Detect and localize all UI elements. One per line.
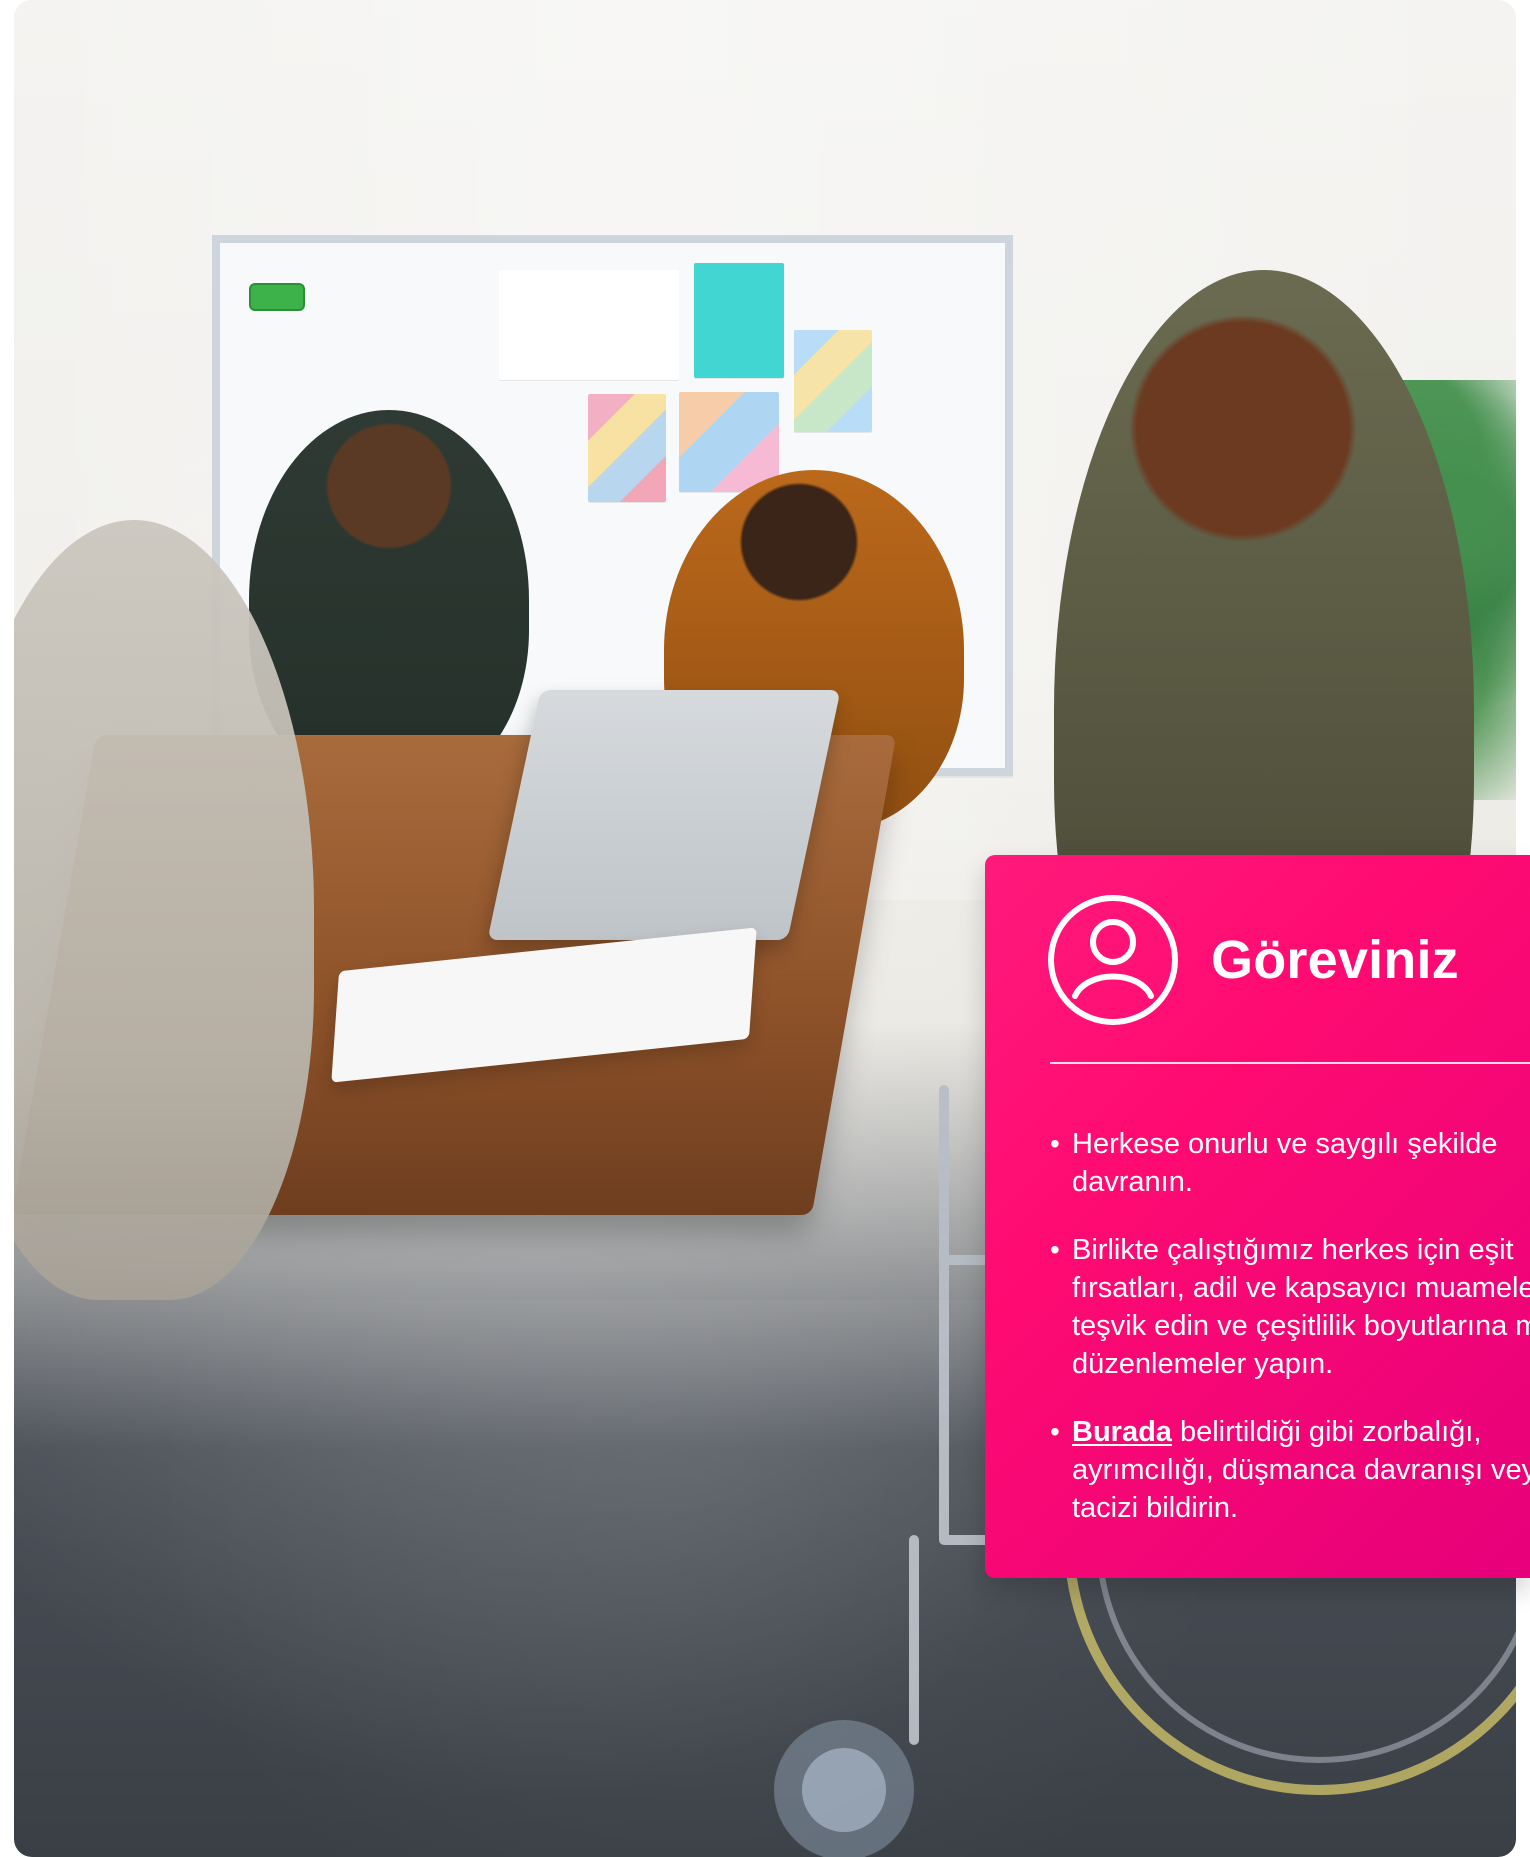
sticky-note [588,394,666,502]
divider [1050,1062,1530,1064]
list-item: Birlikte çalıştığımız herkes için eşit f… [1050,1231,1530,1383]
list-item: Herkese onurlu ve saygılı şekilde davran… [1050,1125,1530,1201]
user-outline-icon [1048,895,1178,1025]
list-item-text: Birlikte çalıştığımız herkes için eşit f… [1072,1234,1530,1380]
sticky-note [694,263,784,378]
whiteboard-marker [249,283,305,311]
sticky-note [679,392,779,492]
card-header: Göreviniz [1043,890,1459,1030]
burada-link[interactable]: Burada [1072,1416,1172,1448]
list-item: Burada belirtildiği gibi zorbalığı, ayrı… [1050,1413,1530,1527]
card-title: Göreviniz [1211,930,1459,990]
list-item-text: Herkese onurlu ve saygılı şekilde davran… [1072,1128,1498,1198]
responsibility-card: Göreviniz Herkese onurlu ve saygılı şeki… [985,855,1530,1578]
responsibility-list: Herkese onurlu ve saygılı şekilde davran… [1050,1125,1530,1557]
laptop [487,690,841,940]
sticky-note [499,270,679,380]
sticky-note [794,330,872,432]
